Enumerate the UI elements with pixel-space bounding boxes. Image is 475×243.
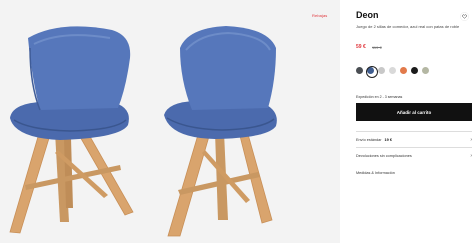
product-page: Rebajas Deon Juego de 2 sillas de comedo… [0, 0, 475, 243]
product-description: Juego de 2 sillas de comedor, azul real … [356, 24, 460, 29]
shipping-cost-row[interactable]: Envío estándar 19 € › [356, 131, 472, 147]
color-swatch[interactable] [422, 67, 429, 74]
returns-label: Devoluciones sin complicaciones [356, 153, 412, 158]
chevron-right-icon: › [470, 152, 472, 159]
color-swatches [356, 65, 429, 78]
product-title: Deon [356, 10, 379, 20]
add-to-cart-button[interactable]: Añadir al carrito [356, 103, 472, 121]
color-swatch[interactable] [411, 67, 418, 74]
color-swatch[interactable] [356, 67, 363, 74]
product-gallery[interactable]: Rebajas [0, 0, 340, 243]
shipping-cost-label: Envío estándar 19 € [356, 137, 392, 142]
color-swatch[interactable] [365, 65, 378, 78]
shipping-estimate: Expedición en 2 - 3 semanas [356, 95, 403, 99]
chevron-right-icon: › [470, 136, 472, 143]
chairs-image [9, 26, 277, 237]
original-price: 119 € [372, 44, 382, 50]
measures-info-link[interactable]: Medidas & Información [356, 171, 395, 175]
product-info: Deon Juego de 2 sillas de comedor, azul … [350, 0, 475, 243]
returns-row[interactable]: Devoluciones sin complicaciones › [356, 147, 472, 163]
sale-badge: Rebajas [312, 13, 328, 18]
color-swatch[interactable] [378, 67, 385, 74]
right-chair [164, 26, 277, 237]
color-swatch[interactable] [389, 67, 396, 74]
heart-icon[interactable] [460, 12, 469, 21]
color-swatch[interactable] [400, 67, 407, 74]
sale-price: 59 € [356, 44, 366, 50]
left-chair [9, 26, 134, 234]
